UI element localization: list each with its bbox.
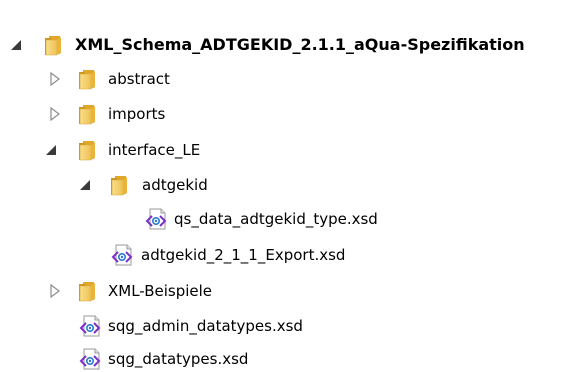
tree-row-interface-le[interactable]: interface_LE — [0, 135, 584, 165]
folder-icon — [44, 35, 62, 56]
tree-item-label: imports — [108, 105, 166, 123]
xsd-file-icon — [146, 208, 166, 230]
xsd-file-icon — [80, 315, 100, 337]
collapse-triangle-icon[interactable] — [78, 178, 92, 192]
tree-item-label: qs_data_adtgekid_type.xsd — [174, 210, 378, 228]
tree-row-adtgekid-export[interactable]: adtgekid_2_1_1_Export.xsd — [0, 240, 584, 270]
tree-row-root[interactable]: XML_Schema_ADTGEKID_2.1.1_aQua-Spezifika… — [0, 30, 584, 60]
tree-item-label: XML_Schema_ADTGEKID_2.1.1_aQua-Spezifika… — [75, 35, 525, 54]
tree-row-abstract[interactable]: abstract — [0, 64, 584, 94]
tree-item-label: XML-Beispiele — [108, 282, 213, 300]
xsd-file-icon — [112, 244, 132, 266]
tree-row-sqg-admin-datatypes[interactable]: sqg_admin_datatypes.xsd — [0, 311, 584, 341]
tree-row-sqg-datatypes[interactable]: sqg_datatypes.xsd — [0, 344, 584, 372]
expand-triangle-icon[interactable] — [48, 72, 62, 86]
tree-row-xml-beispiele[interactable]: XML-Beispiele — [0, 276, 584, 306]
collapse-triangle-icon[interactable] — [9, 38, 23, 52]
tree-item-label: adtgekid — [142, 176, 208, 194]
folder-icon — [78, 281, 96, 302]
folder-icon — [110, 175, 128, 196]
tree-item-label: sqg_datatypes.xsd — [108, 350, 249, 368]
tree-row-imports[interactable]: imports — [0, 99, 584, 129]
tree-row-qs-data-adtgekid-type[interactable]: qs_data_adtgekid_type.xsd — [0, 204, 584, 234]
tree-item-label: interface_LE — [108, 141, 201, 159]
tree-item-label: sqg_admin_datatypes.xsd — [108, 317, 303, 335]
folder-icon — [78, 140, 96, 161]
tree-row-adtgekid[interactable]: adtgekid — [0, 170, 584, 200]
folder-icon — [78, 69, 96, 90]
tree-item-label: abstract — [108, 70, 170, 88]
tree-item-label: adtgekid_2_1_1_Export.xsd — [141, 246, 346, 264]
folder-tree: XML_Schema_ADTGEKID_2.1.1_aQua-Spezifika… — [0, 0, 584, 372]
collapse-triangle-icon[interactable] — [44, 143, 58, 157]
expand-triangle-icon[interactable] — [48, 107, 62, 121]
expand-triangle-icon[interactable] — [48, 284, 62, 298]
xsd-file-icon — [80, 348, 100, 370]
folder-icon — [78, 104, 96, 125]
